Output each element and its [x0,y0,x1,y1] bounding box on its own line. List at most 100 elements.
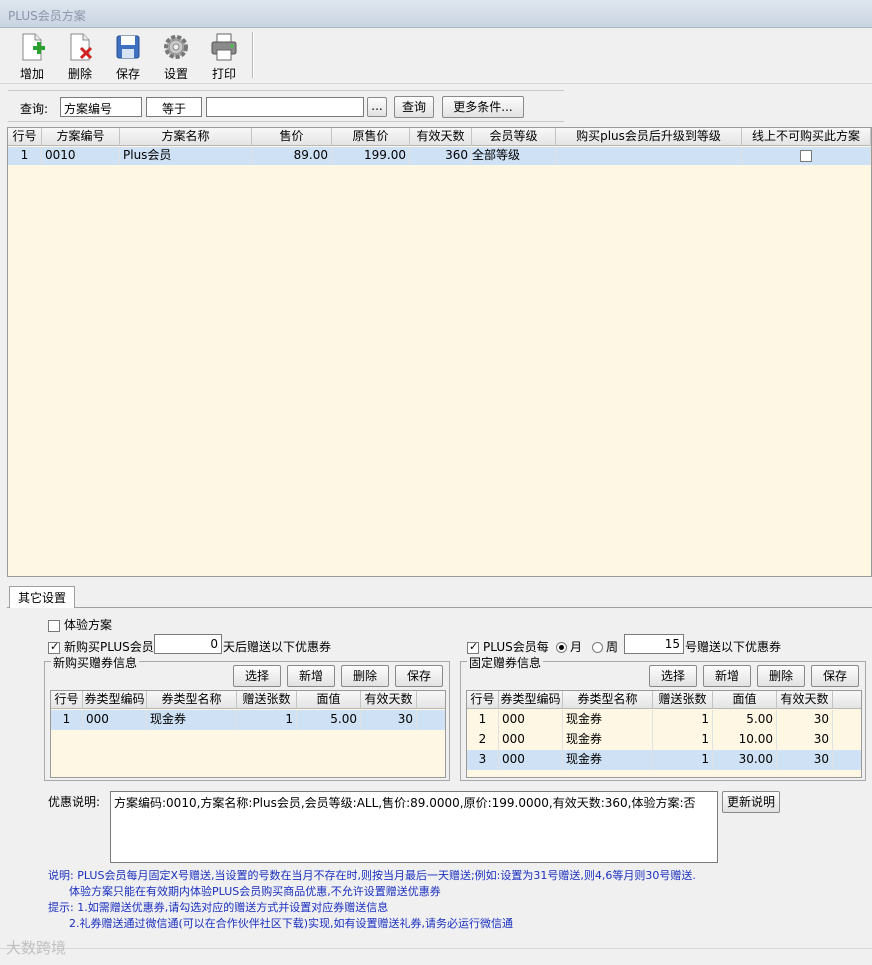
more-conditions-button[interactable]: 更多条件... [442,96,524,118]
monthly-checkbox[interactable] [467,640,479,654]
cell-offline-only [742,147,871,165]
fixed-coupon-select-button[interactable]: 选择 [649,665,697,687]
notes: 说明: PLUS会员每月固定X号赠送,当设置的号数在当月不存在时,则按当月最后一… [48,868,696,932]
fixed-coupon-table[interactable]: 行号 券类型编码 券类型名称 赠送张数 面值 有效天数 1 000 现金券 1 … [466,690,862,778]
col-header-price[interactable]: 售价 [252,128,332,146]
toolbar-separator [252,32,254,78]
delete-label: 删除 [67,67,92,81]
query-ellipsis-button[interactable]: ... [367,97,387,117]
new-buy-checkbox[interactable] [48,640,60,654]
col-header-valid-days[interactable]: 有效天数 [410,128,472,146]
col-header-plan-name[interactable]: 方案名称 [120,128,252,146]
col-header-coupon-name[interactable]: 券类型名称 [563,691,653,709]
cell-row-no: 3 [467,750,499,770]
new-coupon-group-title: 新购买赠券信息 [51,654,140,671]
cell-valid-days: 30 [777,730,833,750]
col-header-offline-only[interactable]: 线上不可购买此方案 [742,128,871,146]
new-coupon-delete-button[interactable]: 删除 [341,665,389,687]
new-buy-suffix: 天后赠送以下优惠券 [223,640,332,654]
new-coupon-table-header: 行号 券类型编码 券类型名称 赠送张数 面值 有效天数 [51,691,445,709]
plans-table[interactable]: 行号 方案编号 方案名称 售价 原售价 有效天数 会员等级 购买plus会员后升… [7,127,872,577]
cell-upgrade-level [556,147,742,165]
add-icon [22,33,45,61]
delete-button[interactable]: 删除 [58,32,102,81]
col-header-orig-price[interactable]: 原售价 [332,128,410,146]
cell-gift-count: 1 [237,710,297,730]
col-header-row-no[interactable]: 行号 [467,691,499,709]
description-label: 优惠说明: [48,795,101,809]
new-buy-days-input[interactable]: 0 [154,634,222,654]
col-header-row-no[interactable]: 行号 [8,128,42,146]
fixed-coupon-group-title: 固定赠券信息 [467,654,544,671]
monthly-row: PLUS会员每 [467,638,549,655]
cell-gift-count: 1 [653,750,713,770]
title-bar: PLUS会员方案 [0,0,872,28]
note-line-2: 体验方案只能在有效期内体验PLUS会员购买商品优惠,不允许设置赠送优惠券 [48,885,441,898]
update-description-button[interactable]: 更新说明 [722,791,780,813]
col-header-coupon-name[interactable]: 券类型名称 [147,691,237,709]
col-header-gift-count[interactable]: 赠送张数 [237,691,297,709]
fixed-coupon-delete-button[interactable]: 删除 [757,665,805,687]
query-operator-select[interactable]: 等于 [146,97,202,117]
cell-gift-count: 1 [653,710,713,730]
query-bar: 查询: 方案编号 等于 ... 查询 更多条件... [8,90,564,122]
new-coupon-add-button[interactable]: 新增 [287,665,335,687]
cell-valid-days: 30 [777,710,833,730]
cell-coupon-code: 000 [83,710,147,730]
note-line-1: 说明: PLUS会员每月固定X号赠送,当设置的号数在当月不存在时,则按当月最后一… [48,869,696,882]
col-header-gift-count[interactable]: 赠送张数 [653,691,713,709]
watermark: 大数跨境 [6,939,67,957]
toolbar: 增加 删除 保存 设置 打印 [0,28,872,84]
table-row[interactable]: 1 0010 Plus会员 89.00 199.00 360 全部等级 [8,147,871,165]
table-row[interactable]: 1 000 现金券 1 5.00 30 [51,710,445,730]
description-textarea[interactable]: 方案编码:0010,方案名称:Plus会员,会员等级:ALL,售价:89.000… [110,791,718,863]
col-header-row-no[interactable]: 行号 [51,691,83,709]
col-header-upgrade-level[interactable]: 购买plus会员后升级到等级 [556,128,742,146]
add-button[interactable]: 增加 [10,32,54,81]
cell-row-no: 2 [467,730,499,750]
col-header-valid-days[interactable]: 有效天数 [361,691,417,709]
plans-table-header: 行号 方案编号 方案名称 售价 原售价 有效天数 会员等级 购买plus会员后升… [8,128,871,146]
table-row[interactable]: 2 000 现金券 1 10.00 30 [467,730,861,750]
save-button[interactable]: 保存 [106,32,150,81]
period-month-option[interactable]: 月 [556,638,582,655]
cell-face-value: 30.00 [713,750,777,770]
monthly-day-input[interactable]: 15 [624,634,684,654]
search-button[interactable]: 查询 [394,96,434,118]
new-buy-row: 新购买PLUS会员 [48,638,154,655]
month-radio[interactable] [556,642,567,653]
cell-plan-code: 0010 [42,147,120,165]
cell-face-value: 5.00 [713,710,777,730]
new-coupon-save-button[interactable]: 保存 [395,665,443,687]
col-header-coupon-code[interactable]: 券类型编码 [83,691,147,709]
cell-price: 89.00 [252,147,332,165]
cell-coupon-name: 现金券 [563,730,653,750]
trial-plan-checkbox[interactable] [48,619,60,632]
table-row[interactable]: 1 000 现金券 1 5.00 30 [467,710,861,730]
new-coupon-select-button[interactable]: 选择 [233,665,281,687]
cell-row-no: 1 [8,147,42,165]
table-row[interactable]: 3 000 现金券 1 30.00 30 [467,750,861,770]
query-value-input[interactable] [206,97,364,117]
fixed-coupon-add-button[interactable]: 新增 [703,665,751,687]
cell-coupon-name: 现金券 [563,750,653,770]
col-header-face-value[interactable]: 面值 [713,691,777,709]
week-radio[interactable] [592,642,603,653]
cell-valid-days: 360 [410,147,472,165]
col-header-member-level[interactable]: 会员等级 [472,128,556,146]
col-header-coupon-code[interactable]: 券类型编码 [499,691,563,709]
col-header-face-value[interactable]: 面值 [297,691,361,709]
offline-only-checkbox[interactable] [800,149,812,162]
window-title: PLUS会员方案 [8,9,86,23]
col-header-valid-days[interactable]: 有效天数 [777,691,833,709]
new-coupon-table[interactable]: 行号 券类型编码 券类型名称 赠送张数 面值 有效天数 1 000 现金券 1 … [50,690,446,778]
fixed-coupon-save-button[interactable]: 保存 [811,665,859,687]
print-button[interactable]: 打印 [202,32,246,81]
tab-other-settings[interactable]: 其它设置 [9,586,75,609]
floppy-disk-icon [116,35,140,59]
col-header-plan-code[interactable]: 方案编号 [42,128,120,146]
query-field-select[interactable]: 方案编号 [60,97,142,117]
settings-button[interactable]: 设置 [154,32,198,81]
new-coupon-group: 新购买赠券信息 选择 新增 删除 保存 行号 券类型编码 券类型名称 赠送张数 … [44,654,450,781]
period-week-option[interactable]: 周 [592,638,618,655]
